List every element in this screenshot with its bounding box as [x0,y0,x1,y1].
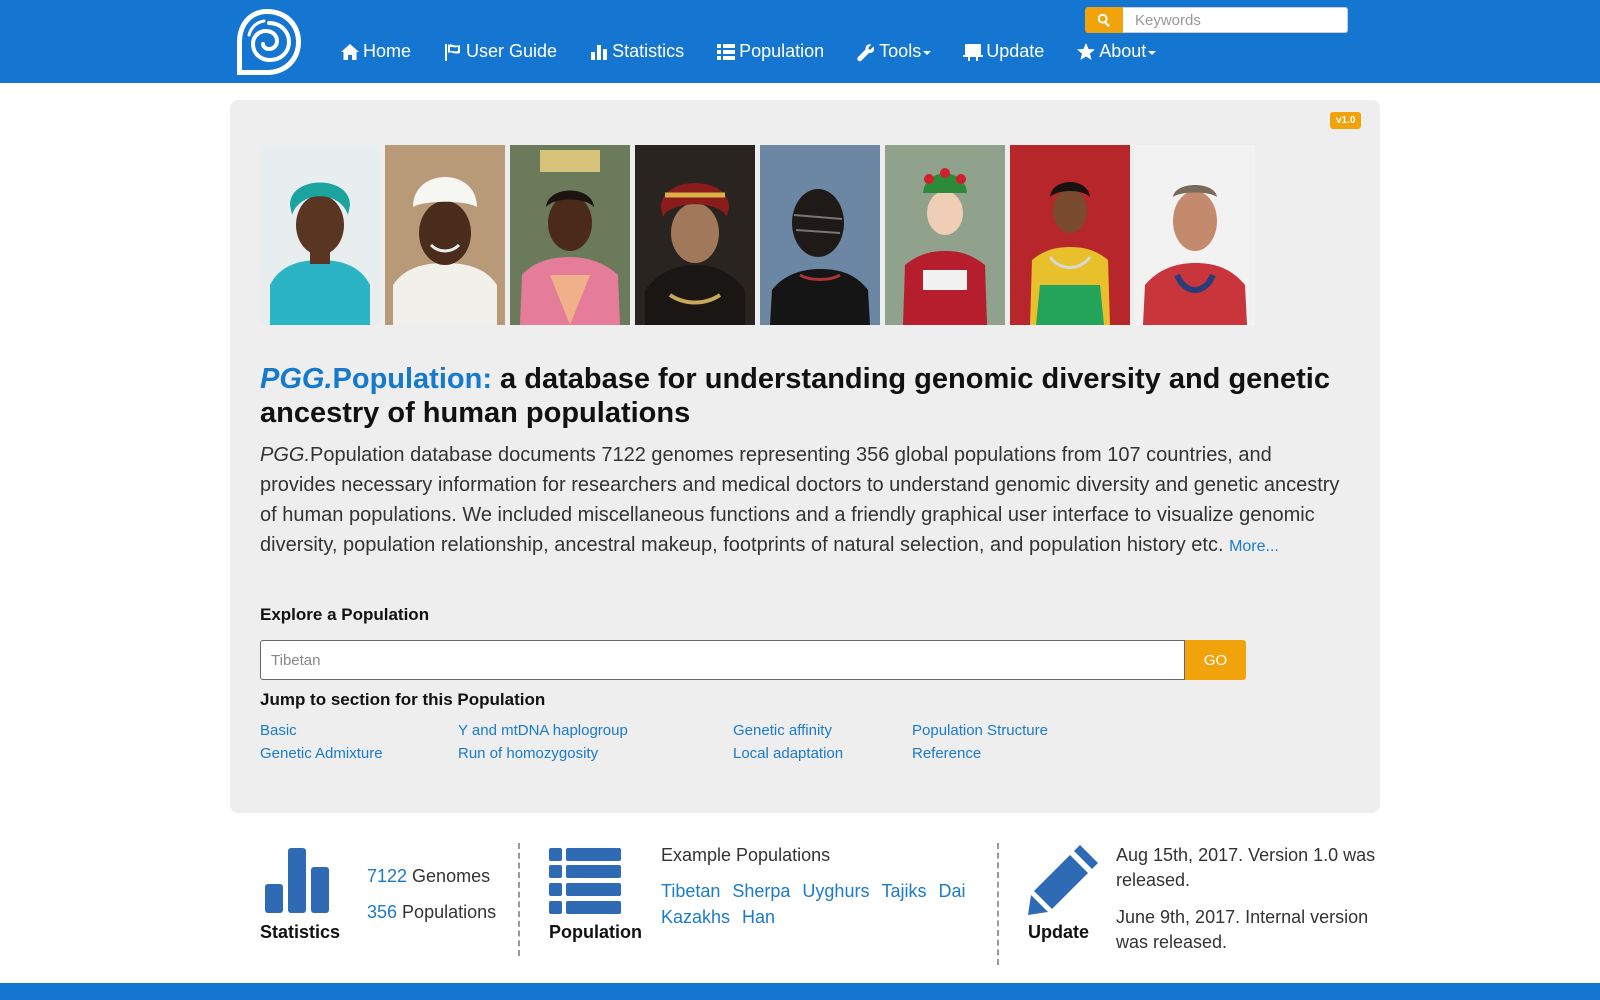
populations-number[interactable]: 356 [367,902,397,922]
portrait-photo [1135,145,1255,325]
jump-link-reference[interactable]: Reference [912,744,1112,763]
star-icon [1077,42,1096,60]
search-input[interactable] [1123,7,1348,33]
section-divider [518,843,520,956]
population-label: Population [549,922,642,942]
pencil-icon[interactable] [1028,843,1100,915]
version-badge: v1.0 [1330,112,1362,129]
desc-prefix: PGG. [260,444,311,466]
nav-tools-label: Tools [879,41,922,61]
update-label: Update [1028,922,1090,942]
nav-about[interactable]: About [1076,41,1157,62]
hero-panel: v1.0 PGG.Population: a database for unde… [230,100,1380,813]
portrait-photo [510,145,630,325]
nav-update[interactable]: Update [963,41,1044,62]
list-icon [717,43,736,60]
chevron-down-icon [1148,50,1157,55]
portrait-photo [885,145,1005,325]
portrait-photo [385,145,505,325]
example-population-link[interactable]: Tibetan [661,878,720,904]
example-population-link[interactable]: Dai [938,878,965,904]
jump-title: Jump to section for this Population [260,690,546,709]
portrait-photo [635,145,755,325]
statistics-label: Statistics [260,922,341,942]
example-population-link[interactable]: Sherpa [732,878,790,904]
jump-link-genetic-admixture[interactable]: Genetic Admixture [260,744,458,763]
pgg-logo[interactable] [229,5,305,80]
nav-statistics-label: Statistics [612,41,685,61]
nav-user-guide-label: User Guide [466,41,558,61]
desc-text: Population database documents 7122 genom… [260,444,1340,556]
jump-link-local-adaptation[interactable]: Local adaptation [733,744,912,763]
chevron-down-icon [923,50,932,55]
page-title: PGG.Population: a database for understan… [260,362,1360,430]
example-population-link[interactable]: Tajiks [881,878,926,904]
example-population-link[interactable]: Uyghurs [802,878,869,904]
genomes-number[interactable]: 7122 [367,866,407,886]
jump-link-haplogroup[interactable]: Y and mtDNA haplogroup [458,721,733,740]
wrench-icon [857,43,875,61]
section-divider [997,843,999,965]
example-population-link[interactable]: Kazakhs [661,904,730,930]
nav-population[interactable]: Population [716,41,824,62]
jump-link-genetic-affinity[interactable]: Genetic affinity [733,721,912,740]
home-icon [341,43,359,60]
population-search-input[interactable] [260,640,1185,680]
nav-update-label: Update [986,41,1045,61]
jump-link-run-of-homozygosity[interactable]: Run of homozygosity [458,744,733,763]
portrait-gallery [260,145,1255,325]
more-link[interactable]: More... [1229,538,1279,555]
footer-bar [0,983,1600,1000]
bar-chart-icon[interactable] [264,847,330,913]
nav-home-label: Home [363,41,412,61]
flag-icon [445,43,461,61]
go-button[interactable]: GO [1185,640,1246,680]
populations-text: Populations [397,902,497,922]
nav-home[interactable]: Home [340,41,411,62]
update-entry: June 9th, 2017. Internal version was rel… [1116,907,1369,952]
jump-link-population-structure[interactable]: Population Structure [912,721,1112,740]
bar-chart-icon [591,44,608,60]
nav-statistics[interactable]: Statistics [589,41,684,62]
nav-tools[interactable]: Tools [856,41,932,62]
explore-form: GO [260,640,1246,680]
portrait-photo [260,145,380,325]
jump-link-basic[interactable]: Basic [260,721,458,740]
genomes-count: 7122 Genomes [367,866,490,887]
search-button[interactable] [1085,7,1123,33]
brand-suffix: Population: [332,363,492,395]
brand-prefix: PGG. [260,363,333,395]
blackboard-icon [963,43,984,61]
update-entry: Aug 15th, 2017. Version 1.0 was released… [1116,845,1376,890]
top-navbar: Home User Guide Statistics Population To… [0,0,1600,83]
portrait-photo [760,145,880,325]
nav-user-guide[interactable]: User Guide [443,41,557,62]
list-icon[interactable] [549,848,621,914]
search-bar [1085,7,1348,33]
example-populations-title: Example Populations [661,845,831,865]
description: PGG.Population database documents 7122 g… [260,440,1350,562]
search-icon [1097,13,1110,27]
example-populations: Tibetan Sherpa Uyghurs Tajiks Dai Kazakhs Han [661,878,981,930]
explore-title: Explore a Population [260,605,430,624]
jump-links: Basic Y and mtDNA haplogroup Genetic aff… [260,721,1112,763]
genomes-text: Genomes [407,866,491,886]
portrait-photo [1010,145,1130,325]
nav-population-label: Population [739,41,825,61]
example-population-link[interactable]: Han [742,904,775,930]
nav-about-label: About [1099,41,1147,61]
populations-count: 356 Populations [367,902,496,923]
